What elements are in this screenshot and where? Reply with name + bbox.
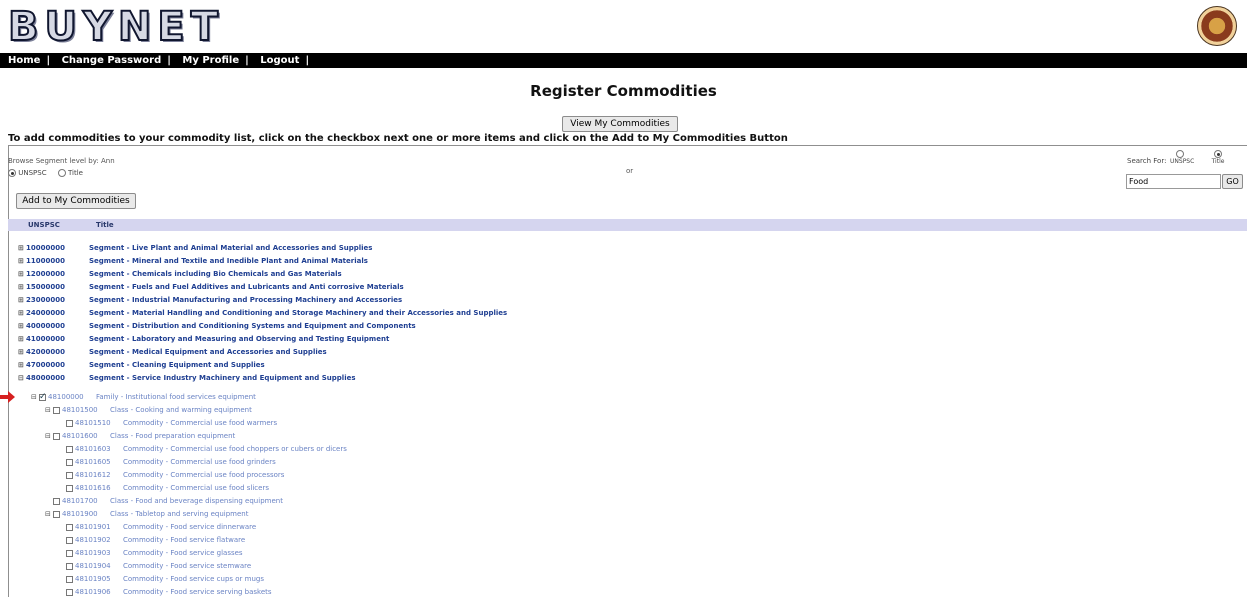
family-row[interactable]: ⊟48100000Family - Institutional food ser…: [31, 391, 256, 403]
commodity-checkbox[interactable]: [66, 419, 73, 427]
commodity-checkbox[interactable]: [66, 471, 73, 479]
search-unspsc-radio[interactable]: [1176, 150, 1184, 158]
expand-icon[interactable]: ⊞: [18, 255, 26, 267]
segment-row-expanded[interactable]: ⊟ 48000000 Segment - Service Industry Mach…: [18, 372, 356, 384]
view-my-commodities-button[interactable]: View My Commodities: [562, 116, 678, 132]
segment-row[interactable]: ⊞ 12000000 Segment - Chemicals including B…: [18, 268, 342, 280]
title-column-header: Title: [96, 221, 114, 229]
unspsc-column-header: UNSPSC: [28, 221, 60, 229]
search-title-label: Title: [1211, 158, 1225, 165]
class-row[interactable]: ⊟ 48101600 Class - Food preparation equipm…: [45, 430, 235, 442]
expand-icon[interactable]: ⊞: [18, 294, 26, 306]
search-title-option: Title: [1208, 150, 1228, 165]
segment-row[interactable]: ⊞ 42000000 Segment - Medical Equipment and…: [18, 346, 327, 358]
top-navigation: Home | Change Password | My Profile | Logou…: [0, 53, 1247, 68]
seal-icon: [1197, 6, 1237, 46]
instructions-text: To add commodities to your commodity lis…: [8, 133, 788, 144]
class-row[interactable]: ⊟ 48101500 Class - Cooking and warming equ…: [45, 404, 252, 416]
commodity-row[interactable]: 48101510 Commodity - Commercial use food …: [66, 417, 277, 429]
commodity-checkbox[interactable]: [66, 575, 73, 583]
commodity-row[interactable]: 48101902 Commodity - Food service flatwar…: [66, 534, 245, 546]
buynet-logo: BUYNET: [7, 3, 225, 51]
search-title-radio[interactable]: [1214, 150, 1222, 158]
go-button[interactable]: GO: [1222, 174, 1243, 189]
commodity-row[interactable]: 48101603 Commodity - Commercial use food …: [66, 443, 347, 455]
class-checkbox[interactable]: [53, 510, 60, 518]
commodity-checkbox[interactable]: [66, 588, 73, 596]
commodity-row[interactable]: 48101906 Commodity - Food service serving…: [66, 586, 272, 598]
expand-icon[interactable]: ⊞: [18, 268, 26, 280]
search-input[interactable]: [1126, 174, 1221, 189]
segment-row[interactable]: ⊞ 40000000 Segment - Distribution and Cond…: [18, 320, 416, 332]
search-unspsc-label: UNSPSC: [1170, 158, 1195, 165]
expand-icon[interactable]: ⊞: [18, 333, 26, 345]
class-checkbox[interactable]: [53, 497, 60, 505]
expand-icon[interactable]: ⊞: [18, 281, 26, 293]
browse-title-label: Title: [67, 169, 83, 177]
browse-label: Browse Segment level by: Ann: [8, 157, 115, 165]
nav-home-link[interactable]: Home: [8, 53, 40, 68]
segment-row[interactable]: ⊞ 15000000 Segment - Fuels and Fuel Additi…: [18, 281, 404, 293]
collapse-icon[interactable]: ⊟: [31, 391, 39, 403]
commodity-row[interactable]: 48101905 Commodity - Food service cups or…: [66, 573, 264, 585]
expand-icon[interactable]: ⊞: [18, 307, 26, 319]
nav-change-password-link[interactable]: Change Password: [62, 53, 162, 68]
segment-row[interactable]: ⊞ 10000000 Segment - Live Plant and Animal…: [18, 242, 372, 254]
add-to-my-commodities-button[interactable]: Add to My Commodities: [16, 193, 136, 209]
nav-separator: |: [46, 55, 51, 66]
search-unspsc-option: UNSPSC: [1170, 150, 1194, 165]
commodity-checkbox[interactable]: [66, 445, 73, 453]
commodity-row[interactable]: 48101605 Commodity - Commercial use food …: [66, 456, 276, 468]
class-checkbox[interactable]: [53, 406, 60, 414]
commodity-checkbox[interactable]: [66, 536, 73, 544]
expand-icon[interactable]: ⊞: [18, 320, 26, 332]
collapse-icon[interactable]: ⊟: [45, 430, 53, 442]
commodity-row[interactable]: 48101612 Commodity - Commercial use food …: [66, 469, 284, 481]
browse-unspsc-radio[interactable]: [8, 169, 16, 177]
class-row[interactable]: ⊟ 48101900 Class - Tabletop and serving eq…: [45, 508, 249, 520]
expand-icon[interactable]: ⊞: [18, 242, 26, 254]
family-checkbox[interactable]: [39, 391, 47, 403]
commodity-checkbox[interactable]: [66, 562, 73, 570]
expand-icon[interactable]: ⊞: [18, 359, 26, 371]
collapse-icon[interactable]: ⊟: [45, 404, 53, 416]
app-header: BUYNET: [0, 0, 1247, 53]
nav-separator: |: [167, 55, 171, 66]
nav-separator: |: [245, 55, 249, 66]
commodity-checkbox[interactable]: [66, 458, 73, 466]
commodity-checkbox[interactable]: [66, 484, 73, 492]
page-title: Register Commodities: [530, 82, 717, 100]
expand-icon[interactable]: ⊞: [18, 346, 26, 358]
segment-row[interactable]: ⊞ 47000000 Segment - Cleaning Equipment an…: [18, 359, 265, 371]
collapse-icon[interactable]: ⊟: [18, 372, 26, 384]
class-checkbox[interactable]: [53, 432, 60, 440]
commodity-table-header: UNSPSC Title: [8, 219, 1247, 231]
commodity-checkbox[interactable]: [66, 523, 73, 531]
search-label: Search For:: [1127, 157, 1167, 165]
commodity-row[interactable]: 48101901 Commodity - Food service dinnerw…: [66, 521, 256, 533]
or-separator: or: [626, 167, 634, 175]
commodity-checkbox[interactable]: [66, 549, 73, 557]
segment-row[interactable]: ⊞ 24000000 Segment - Material Handling and…: [18, 307, 507, 319]
collapse-icon[interactable]: ⊟: [45, 508, 53, 520]
nav-separator: |: [305, 55, 310, 66]
commodity-row[interactable]: 48101903 Commodity - Food service glasses: [66, 547, 243, 559]
nav-logout-link[interactable]: Logout: [260, 53, 299, 68]
commodity-row[interactable]: 48101616 Commodity - Commercial use food …: [66, 482, 269, 494]
red-arrow-icon: [0, 391, 15, 403]
browse-title-radio[interactable]: [57, 169, 66, 177]
browse-unspsc-label: UNSPSC: [18, 169, 47, 177]
commodity-row[interactable]: 48101904 Commodity - Food service stemwar…: [66, 560, 251, 572]
segment-row[interactable]: ⊞ 23000000 Segment - Industrial Manufactur…: [18, 294, 402, 306]
segment-row[interactable]: ⊞ 11000000 Segment - Mineral and Textile a…: [18, 255, 368, 267]
class-row[interactable]: 48101700 Class - Food and beverage dispen…: [53, 495, 283, 507]
browse-options: UNSPSC Title: [8, 169, 83, 177]
segment-row[interactable]: ⊞ 41000000 Segment - Laboratory and Measur…: [18, 333, 389, 345]
nav-my-profile-link[interactable]: My Profile: [182, 53, 239, 68]
